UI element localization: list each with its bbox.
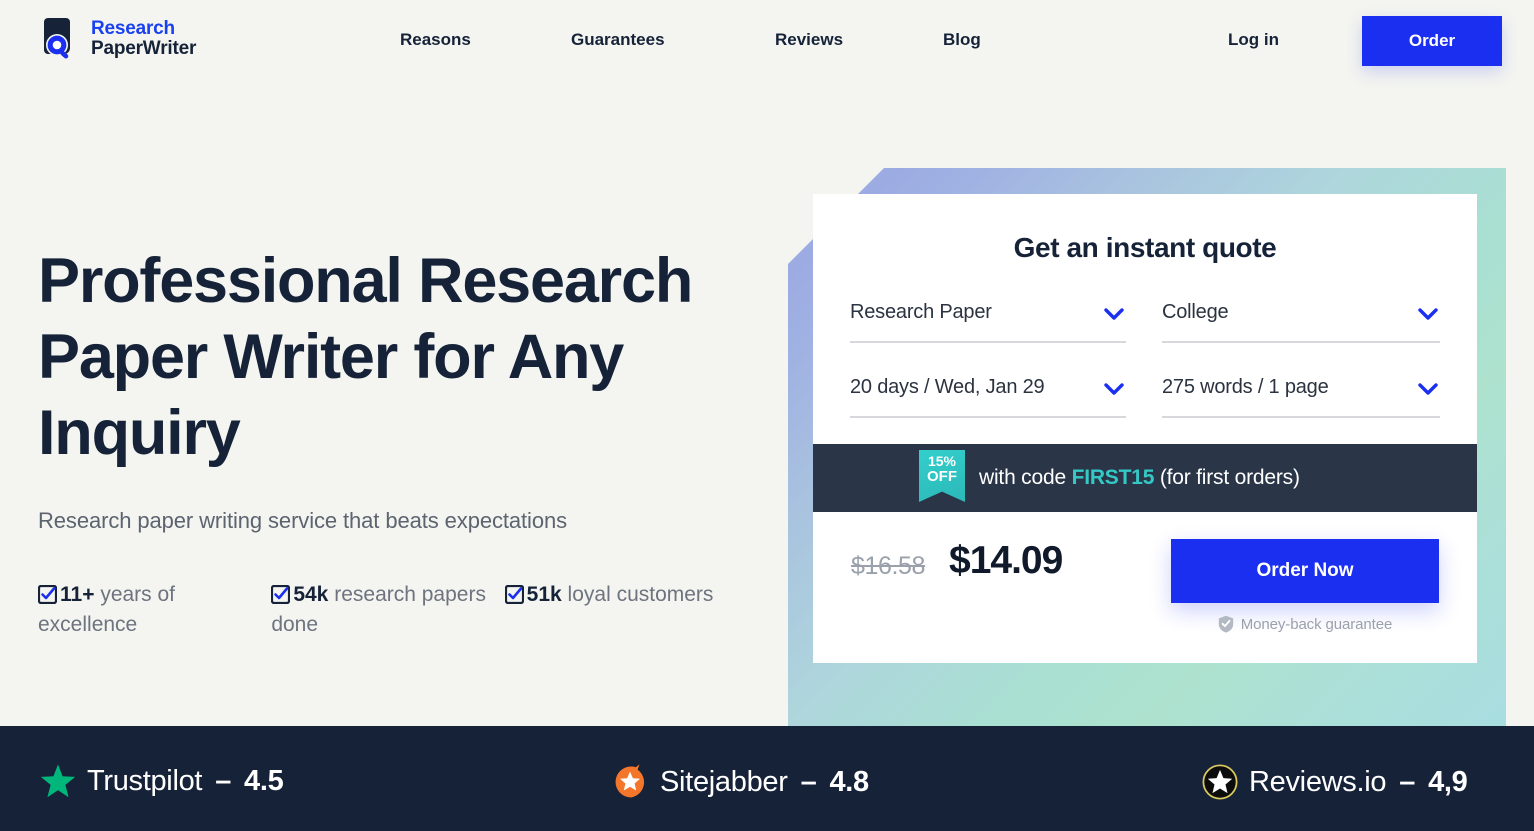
chevron-down-icon bbox=[1418, 308, 1438, 320]
green-star-icon bbox=[40, 764, 76, 798]
check-box-icon bbox=[504, 585, 524, 604]
academic-level-value: College bbox=[1162, 301, 1229, 323]
promo-text-after: (for first orders) bbox=[1154, 466, 1300, 489]
document-magnifier-logo-icon bbox=[44, 18, 70, 59]
chevron-down-icon bbox=[1104, 308, 1124, 320]
order-button[interactable]: Order bbox=[1362, 16, 1502, 66]
stat-item: 51k loyal customers bbox=[504, 580, 738, 640]
stat-number: 51k bbox=[526, 583, 562, 606]
discount-percent: 15% bbox=[927, 453, 957, 469]
orange-speech-bubble-star-icon bbox=[615, 764, 645, 798]
promo-banner: 15% OFF with code FIRST15 (for first ord… bbox=[813, 444, 1477, 512]
promo-text: with code FIRST15 (for first orders) bbox=[979, 466, 1300, 490]
money-back-guarantee: Money-back guarantee bbox=[1171, 615, 1439, 633]
logo-text-line1: Research bbox=[91, 18, 175, 40]
chevron-down-icon bbox=[1418, 383, 1438, 395]
discount-off-label: OFF bbox=[927, 468, 957, 485]
logo[interactable]: Research PaperWriter bbox=[38, 14, 196, 64]
hero-stats: 11+ years of excellence 54k research pap… bbox=[38, 580, 738, 640]
academic-level-select[interactable]: College bbox=[1162, 297, 1440, 343]
trust-dash: – bbox=[800, 765, 817, 798]
nav-item-guarantees[interactable]: Guarantees bbox=[571, 30, 665, 50]
discounted-price: $14.09 bbox=[949, 539, 1063, 582]
nav-item-reviews[interactable]: Reviews bbox=[775, 30, 843, 50]
stat-label: years of excellence bbox=[38, 583, 176, 636]
logo-text: Research PaperWriter bbox=[91, 19, 196, 59]
chevron-down-icon bbox=[1104, 383, 1124, 395]
deadline-select[interactable]: 20 days / Wed, Jan 29 bbox=[850, 372, 1126, 418]
page-title: Professional Research Paper Writer for A… bbox=[38, 246, 693, 468]
logo-text-line2: PaperWriter bbox=[91, 38, 197, 59]
page-count-value: 275 words / 1 page bbox=[1162, 376, 1329, 398]
nav-item-reasons[interactable]: Reasons bbox=[400, 30, 471, 50]
landing-page: Research PaperWriter Reasons Guarantees … bbox=[0, 0, 1534, 831]
stat-item: 54k research papers done bbox=[271, 580, 504, 640]
check-box-icon bbox=[38, 585, 57, 604]
trust-name: Reviews.io bbox=[1249, 765, 1387, 798]
guarantee-label: Money-back guarantee bbox=[1240, 615, 1393, 633]
site-header: Research PaperWriter Reasons Guarantees … bbox=[0, 0, 1534, 82]
hero-subtitle: Research paper writing service that beat… bbox=[38, 508, 567, 533]
deadline-value: 20 days / Wed, Jan 29 bbox=[850, 376, 1045, 398]
shield-check-icon bbox=[1218, 615, 1233, 633]
stat-number: 11+ bbox=[60, 583, 95, 606]
stat-label: loyal customers bbox=[567, 583, 714, 606]
trust-item-trustpilot[interactable]: Trustpilot – 4.5 bbox=[40, 764, 284, 798]
trust-bar: Trustpilot – 4.5 Sitejabber – 4.8 Review… bbox=[0, 726, 1534, 831]
trust-score: 4,9 bbox=[1428, 765, 1468, 798]
trust-item-sitejabber[interactable]: Sitejabber – 4.8 bbox=[613, 764, 869, 800]
promo-text-before: with code bbox=[979, 466, 1072, 489]
login-link[interactable]: Log in bbox=[1228, 30, 1279, 50]
discount-ribbon-icon: 15% OFF bbox=[919, 450, 965, 502]
trust-score: 4.5 bbox=[244, 764, 284, 797]
stat-item: 11+ years of excellence bbox=[38, 580, 271, 640]
trust-score: 4.8 bbox=[829, 765, 869, 798]
stat-number: 54k bbox=[293, 583, 329, 606]
paper-type-value: Research Paper bbox=[850, 301, 992, 323]
instant-quote-card: Get an instant quote Research Paper Coll… bbox=[813, 194, 1477, 663]
trust-name: Trustpilot bbox=[87, 764, 203, 797]
order-now-button[interactable]: Order Now bbox=[1171, 539, 1439, 603]
price-row: $16.58 $14.09 Order Now Money-back guara… bbox=[813, 512, 1477, 663]
trust-name: Sitejabber bbox=[660, 765, 788, 798]
original-price: $16.58 bbox=[851, 552, 926, 580]
paper-type-select[interactable]: Research Paper bbox=[850, 297, 1126, 343]
trust-item-reviewsio[interactable]: Reviews.io – 4,9 bbox=[1202, 764, 1468, 800]
promo-code: FIRST15 bbox=[1071, 466, 1155, 489]
trust-dash: – bbox=[1399, 765, 1416, 798]
page-count-select[interactable]: 275 words / 1 page bbox=[1162, 372, 1440, 418]
black-circle-star-icon bbox=[1202, 764, 1238, 800]
nav-item-blog[interactable]: Blog bbox=[943, 30, 981, 50]
check-box-icon bbox=[271, 585, 291, 604]
quote-card-title: Get an instant quote bbox=[1013, 232, 1277, 263]
trust-dash: – bbox=[215, 764, 232, 797]
